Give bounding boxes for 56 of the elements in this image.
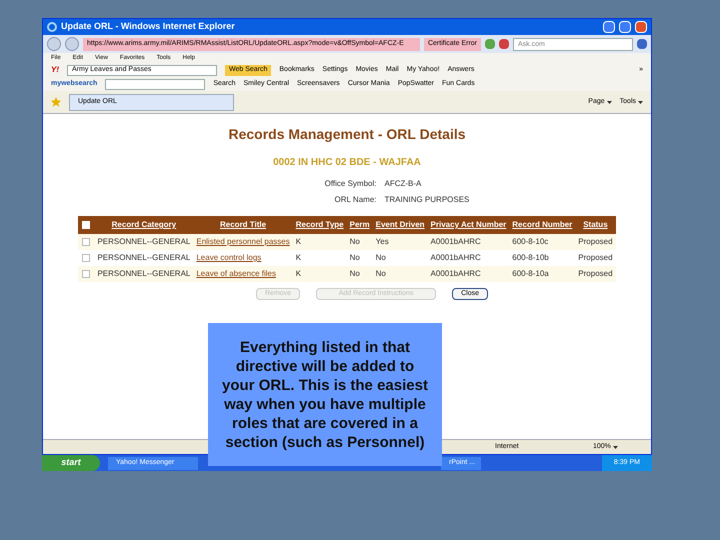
table-cell: No [346, 234, 373, 250]
table-cell: A0001bAHRC [428, 266, 510, 282]
toolbar-search-field[interactable] [105, 78, 206, 90]
table-cell: 600-8-10a [509, 266, 576, 282]
row-checkbox[interactable] [82, 238, 90, 246]
table-cell: K [292, 250, 347, 266]
toolbar-logo[interactable]: Y! [51, 64, 59, 76]
column-header[interactable]: Perm [346, 216, 373, 234]
field-label: ORL Name: [334, 194, 376, 206]
column-header[interactable]: Record Category [94, 216, 194, 234]
table-cell: No [346, 266, 373, 282]
record-title-link[interactable]: Leave control logs [196, 253, 262, 262]
page-subtitle: 0002 IN HHC 02 BDE - WAJFAA [273, 156, 421, 170]
column-header[interactable]: Status [575, 216, 616, 234]
table-cell: K [292, 266, 347, 282]
forward-button[interactable] [65, 37, 79, 51]
minimize-button[interactable] [603, 21, 615, 33]
column-header[interactable]: Record Title [193, 216, 293, 234]
table-cell: PERSONNEL--GENERAL [94, 250, 194, 266]
caret-icon[interactable] [638, 100, 643, 104]
column-header[interactable]: Event Driven [372, 216, 428, 234]
table-cell: K [292, 234, 347, 250]
back-button[interactable] [47, 37, 61, 51]
star-icon[interactable] [51, 97, 61, 107]
field-value: TRAINING PURPOSES [384, 194, 470, 206]
column-header[interactable]: Privacy Act Number [428, 216, 510, 234]
close-button[interactable] [635, 21, 647, 33]
row-checkbox[interactable] [82, 270, 90, 278]
select-all-checkbox[interactable] [82, 221, 90, 229]
table-cell: Proposed [575, 266, 616, 282]
table-cell: No [346, 250, 373, 266]
callout-text: Everything listed in that directive will be added to your ORL. This is the easiest way when you have multiple roles that are covered in a section (such as Personnel) [221, 338, 429, 452]
table-cell: 600-8-10c [509, 234, 576, 250]
record-title-link[interactable]: Enlisted personnel passes [196, 237, 290, 246]
page-title: Records Management - ORL Details [228, 125, 466, 144]
table-cell: Proposed [575, 234, 616, 250]
table-cell: PERSONNEL--GENERAL [94, 266, 194, 282]
table-cell: No [372, 266, 428, 282]
maximize-button[interactable] [619, 21, 631, 33]
table-cell: PERSONNEL--GENERAL [94, 234, 194, 250]
table-cell: A0001bAHRC [428, 234, 510, 250]
window-title: Update ORL - Windows Internet Explorer [61, 20, 236, 34]
column-header[interactable]: Record Type [292, 216, 347, 234]
table-cell: Yes [372, 234, 428, 250]
record-title-link[interactable]: Leave of absence files [196, 269, 276, 278]
table-cell: 600-8-10b [509, 250, 576, 266]
field-value: AFCZ-B-A [384, 178, 422, 190]
caret-icon[interactable] [612, 446, 618, 448]
caret-icon[interactable] [606, 100, 612, 104]
table-cell: No [372, 250, 428, 266]
column-header[interactable]: Record Number [509, 216, 576, 234]
row-checkbox[interactable] [82, 254, 90, 262]
table-cell: A0001bAHRC [428, 250, 510, 266]
field-label: Office Symbol: [324, 178, 376, 190]
table-cell: Proposed [575, 250, 616, 266]
start-button[interactable]: start [42, 455, 100, 471]
